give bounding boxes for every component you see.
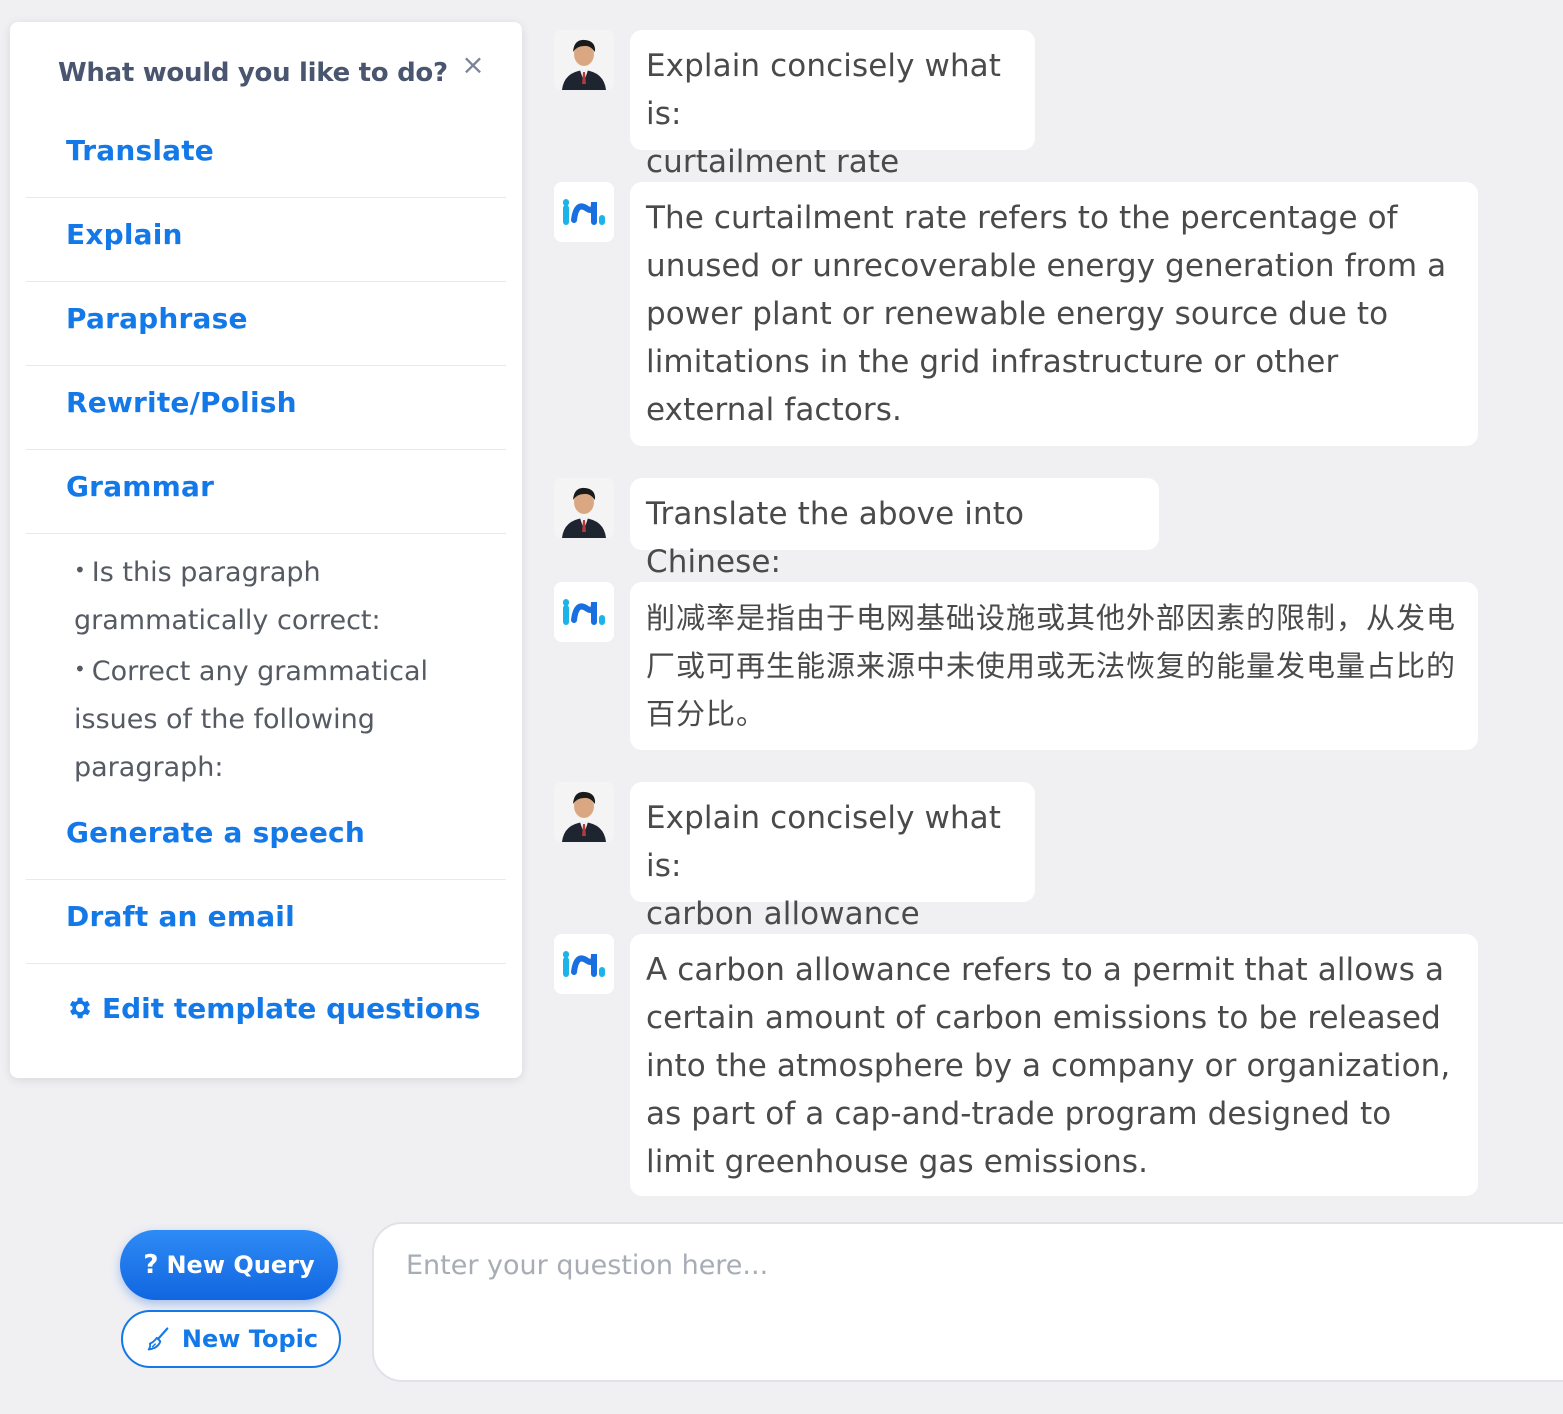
assistant-message-bubble: A carbon allowance refers to a permit th…	[630, 934, 1478, 1196]
menu-item-translate[interactable]: Translate	[26, 114, 506, 198]
menu-item-label: Rewrite/Polish	[66, 386, 297, 419]
assistant-logo-icon	[554, 182, 614, 242]
assistant-logo-icon	[554, 582, 614, 642]
message-text: A carbon allowance refers to a permit th…	[646, 952, 1451, 1180]
grammar-option-correct[interactable]: • Correct any grammatical issues of the f…	[74, 645, 484, 792]
template-menu-panel: What would you like to do? × Translate E…	[10, 22, 522, 1078]
edit-templates-link[interactable]: Edit template questions	[66, 986, 481, 1030]
new-query-button[interactable]: ? New Query	[120, 1230, 338, 1300]
assistant-message-bubble: 削减率是指由于电网基础设施或其他外部因素的限制，从发电厂或可再生能源来源中未使用…	[630, 582, 1478, 750]
user-avatar	[554, 478, 614, 538]
edit-templates-label: Edit template questions	[102, 991, 481, 1025]
new-topic-label: New Topic	[181, 1325, 319, 1353]
message-text: Translate the above into Chinese:	[646, 496, 1025, 580]
menu-item-grammar[interactable]: Grammar	[26, 450, 506, 534]
bullet-icon: •	[74, 558, 86, 582]
user-avatar	[554, 30, 614, 90]
new-topic-button[interactable]: New Topic	[121, 1310, 341, 1368]
user-message-bubble: Translate the above into Chinese:	[630, 478, 1159, 580]
new-query-label: New Query	[166, 1251, 315, 1279]
menu-item-generate-speech[interactable]: Generate a speech	[26, 796, 506, 880]
broom-icon	[147, 1327, 169, 1351]
menu-title: What would you like to do?	[58, 58, 448, 88]
menu-item-draft-email[interactable]: Draft an email	[26, 880, 506, 964]
message-text: The curtailment rate refers to the perce…	[646, 200, 1447, 428]
menu-item-label: Generate a speech	[66, 816, 365, 849]
menu-item-label: Translate	[66, 134, 214, 167]
user-message-bubble: Explain concisely what is: curtailment r…	[630, 30, 1035, 180]
grammar-option-check[interactable]: • Is this paragraph grammatically correct…	[74, 546, 484, 645]
menu-item-label: Explain	[66, 218, 183, 251]
menu-item-rewrite-polish[interactable]: Rewrite/Polish	[26, 366, 506, 450]
gear-icon	[69, 997, 91, 1019]
question-input[interactable]	[372, 1222, 1563, 1382]
menu-item-label: Draft an email	[66, 900, 295, 933]
question-icon: ?	[143, 1250, 159, 1280]
assistant-logo-icon	[554, 934, 614, 994]
bullet-icon: •	[74, 657, 86, 681]
menu-item-explain[interactable]: Explain	[26, 198, 506, 282]
menu-item-label: Paraphrase	[66, 302, 248, 335]
message-text: 削减率是指由于电网基础设施或其他外部因素的限制，从发电厂或可再生能源来源中未使用…	[646, 601, 1457, 731]
close-icon[interactable]: ×	[460, 51, 486, 79]
app-window: What would you like to do? × Translate E…	[0, 0, 1563, 1414]
menu-item-paraphrase[interactable]: Paraphrase	[26, 282, 506, 366]
grammar-submenu: • Is this paragraph grammatically correct…	[74, 546, 484, 792]
menu-item-label: Grammar	[66, 470, 215, 503]
message-text: Explain concisely what is: carbon allowa…	[646, 800, 1002, 932]
user-message-bubble: Explain concisely what is: carbon allowa…	[630, 782, 1035, 932]
assistant-message-bubble: The curtailment rate refers to the perce…	[630, 182, 1478, 446]
message-text: Explain concisely what is: curtailment r…	[646, 48, 1002, 180]
user-avatar	[554, 782, 614, 842]
